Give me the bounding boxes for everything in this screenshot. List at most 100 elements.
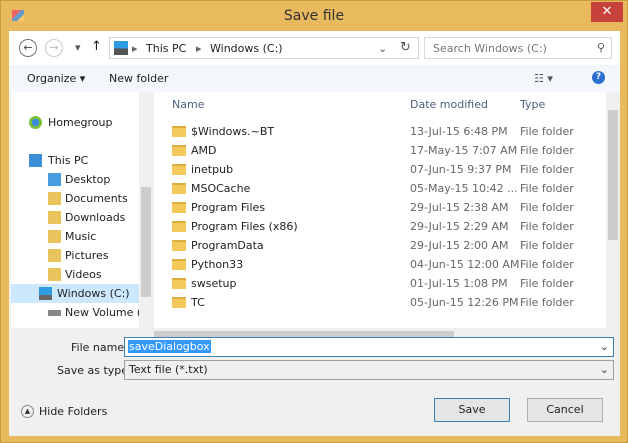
help-icon[interactable]: ? [592,71,605,84]
file-date: 07-Jun-15 9:37 PM [410,163,512,176]
file-row[interactable]: AMD 17-May-15 7:07 AM File folder [154,141,604,160]
file-date: 05-May-15 10:42 ... [410,182,518,195]
nav-label: Music [65,230,97,243]
back-button[interactable]: ← [19,39,37,57]
file-name: $Windows.~BT [191,125,275,138]
up-button[interactable]: ↑ [91,39,102,54]
drive-icon [48,310,61,316]
nav-item-music[interactable]: Music [25,227,155,246]
column-header-name[interactable]: Name [172,98,204,111]
window-title: Save file [283,8,345,24]
folder-icon [172,259,186,270]
file-type: File folder [520,201,574,214]
file-date: 17-May-15 7:07 AM [410,144,518,157]
folder-icon [172,126,186,137]
recent-locations-button[interactable]: ▾ [75,41,81,54]
save-button[interactable]: Save [434,398,510,422]
downloads-icon [48,211,61,224]
documents-icon [48,192,61,205]
file-type: File folder [520,220,574,233]
file-row[interactable]: inetpub 07-Jun-15 9:37 PM File folder [154,160,604,179]
close-button[interactable]: ✕ [591,2,623,22]
drive-icon [39,287,52,300]
file-row[interactable]: Program Files (x86) 29-Jul-15 2:29 AM File… [154,217,604,236]
nav-item-this-pc[interactable]: This PC [25,151,155,170]
nav-item-new-volume-d[interactable]: New Volume (D:) [25,303,158,322]
column-header-date-modified[interactable]: Date modified [410,98,488,111]
address-bar[interactable]: ▸ This PC ▸ Windows (C:) ⌄ ↻ [109,37,419,59]
file-date: 29-Jul-15 2:00 AM [410,239,509,252]
file-name-value: saveDialogbox [128,340,211,353]
file-row[interactable]: $Windows.~BT 13-Jul-15 6:48 PM File folder [154,122,604,141]
file-name: inetpub [191,163,234,176]
folder-icon [172,278,186,289]
pictures-icon [48,249,61,262]
file-name: Program Files [191,201,266,214]
change-view-button[interactable]: ☷ ▾ [534,72,553,85]
file-date: 01-Jul-15 1:08 PM [410,277,508,290]
nav-item-desktop[interactable]: Desktop [25,170,155,189]
collapse-icon: ▲ [21,405,34,418]
save-as-type-select[interactable]: Text file (*.txt) ⌄ [124,360,614,380]
file-date: 05-Jun-15 12:26 PM [410,296,519,309]
folder-icon [172,297,186,308]
scrollbar-thumb[interactable] [608,110,618,240]
file-type: File folder [520,296,574,309]
file-name: Python33 [191,258,244,271]
file-name: AMD [191,144,217,157]
address-row: ← → ▾ ↑ ▸ This PC ▸ Windows (C:) ⌄ ↻ Sea… [9,31,620,65]
breadcrumb-windows-c[interactable]: Windows (C:) [210,42,283,55]
nav-label: Windows (C:) [57,287,130,300]
file-type: File folder [520,125,574,138]
column-header-type[interactable]: Type [520,98,545,111]
file-row[interactable]: ProgramData 29-Jul-15 2:00 AM File folder [154,236,604,255]
nav-label: This PC [48,154,89,167]
nav-item-windows-c[interactable]: Windows (C:) [11,284,139,303]
forward-button[interactable]: → [45,39,63,57]
toolbar: Organize ▾ New folder ☷ ▾ ? [9,65,620,92]
file-row[interactable]: swsetup 01-Jul-15 1:08 PM File folder [154,274,604,293]
folder-icon [172,202,186,213]
save-as-type-value: Text file (*.txt) [129,363,208,376]
scrollbar-thumb[interactable] [141,187,151,297]
nav-item-downloads[interactable]: Downloads [25,208,155,227]
folder-icon [172,145,186,156]
file-name-input[interactable]: saveDialogbox ⌄ [124,337,614,357]
nav-item-homegroup[interactable]: Homegroup [25,113,155,132]
search-placeholder: Search Windows (C:) [433,42,547,55]
nav-label: Homegroup [48,116,113,129]
desktop-icon [48,173,61,186]
this-pc-icon [114,41,128,55]
refresh-button[interactable]: ↻ [400,40,411,55]
file-row[interactable]: Python33 04-Jun-15 12:00 AM File folder [154,255,604,274]
organize-button[interactable]: Organize ▾ [27,72,85,85]
search-icon: ⚲ [596,41,605,54]
cancel-button[interactable]: Cancel [527,398,603,422]
hide-folders-label: Hide Folders [39,405,108,418]
file-date: 13-Jul-15 6:48 PM [410,125,508,138]
music-icon [48,230,61,243]
new-folder-button[interactable]: New folder [109,72,168,85]
folder-icon [172,164,186,175]
save-file-dialog: Save file ✕ ← → ▾ ↑ ▸ This PC ▸ Windows … [0,0,628,443]
nav-label: Videos [65,268,102,281]
nav-label: Documents [65,192,128,205]
folder-icon [172,183,186,194]
breadcrumb-this-pc[interactable]: This PC [146,42,186,55]
address-dropdown-button[interactable]: ⌄ [378,42,387,55]
nav-item-documents[interactable]: Documents [25,189,155,208]
nav-item-videos[interactable]: Videos [25,265,155,284]
file-name: Program Files (x86) [191,220,298,233]
nav-item-pictures[interactable]: Pictures [25,246,155,265]
file-row[interactable]: Program Files 29-Jul-15 2:38 AM File folde… [154,198,604,217]
nav-scrollbar[interactable] [139,92,153,328]
file-type: File folder [520,163,574,176]
file-list: Name Date modified Type $Windows.~BT 13-J… [154,92,620,328]
search-input[interactable]: Search Windows (C:) ⚲ [424,37,612,59]
file-name: MSOCache [191,182,251,195]
file-row[interactable]: MSOCache 05-May-15 10:42 ... File folder [154,179,604,198]
file-name: ProgramData [191,239,264,252]
file-row[interactable]: TC 05-Jun-15 12:26 PM File folder [154,293,604,312]
file-list-scrollbar[interactable] [606,92,620,328]
videos-icon [48,268,61,281]
